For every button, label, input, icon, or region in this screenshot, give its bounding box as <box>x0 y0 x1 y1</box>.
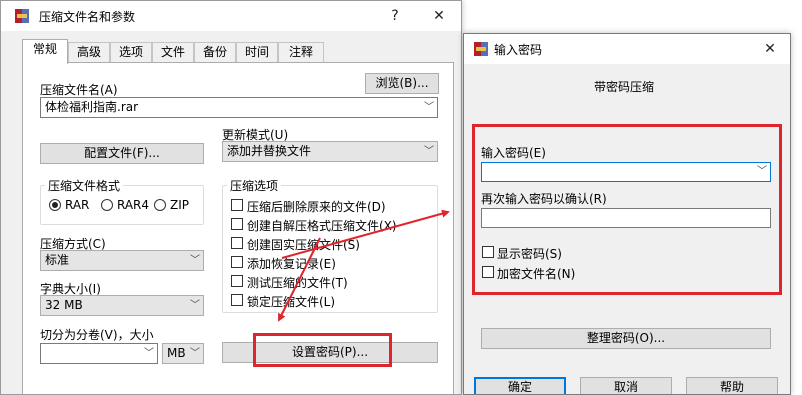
dialog-title: 输入密码 <box>494 43 543 57</box>
tab-options[interactable]: 选项 <box>110 42 152 63</box>
password-fields-highlight <box>472 124 782 295</box>
dialog-title-bar: 输入密码 ✕ <box>464 34 790 64</box>
chevron-down-icon: ﹀ <box>190 300 200 311</box>
sfx-label[interactable]: 创建自解压格式压缩文件(X) <box>247 217 397 234</box>
dictionary-value: 32 MB <box>45 298 83 312</box>
tab-time[interactable]: 时间 <box>236 42 278 63</box>
tab-general[interactable]: 常规 <box>22 39 68 64</box>
split-volumes-label: 切分为分卷(V)，大小 <box>40 328 154 342</box>
dictionary-select[interactable]: 32 MB ﹀ <box>40 295 204 316</box>
cancel-button[interactable]: 取消 <box>580 377 672 394</box>
browse-button[interactable]: 浏览(B)... <box>365 73 439 94</box>
lock-archive-label[interactable]: 锁定压缩文件(L) <box>247 293 335 310</box>
split-size-field[interactable]: ﹀ <box>40 343 158 364</box>
format-rar-label[interactable]: RAR <box>65 198 89 212</box>
lock-archive-checkbox[interactable] <box>231 294 243 306</box>
chevron-down-icon: ﹀ <box>424 146 434 157</box>
recovery-record-label[interactable]: 添加恢复记录(E) <box>247 255 336 272</box>
window-title: 压缩文件名和参数 <box>39 10 136 24</box>
archive-name-label: 压缩文件名(A) <box>40 83 118 97</box>
format-zip-radio[interactable] <box>154 199 166 211</box>
format-rar4-radio[interactable] <box>101 199 113 211</box>
split-unit-value: MB <box>167 346 186 360</box>
ok-button[interactable]: 确定 <box>474 377 566 394</box>
method-select[interactable]: 标准 ﹀ <box>40 250 204 271</box>
delete-after-label[interactable]: 压缩后删除原来的文件(D) <box>247 198 386 215</box>
winrar-books-icon <box>474 42 488 56</box>
method-value: 标准 <box>45 253 70 267</box>
tab-backup[interactable]: 备份 <box>194 42 236 63</box>
sfx-checkbox[interactable] <box>231 218 243 230</box>
update-mode-value: 添加并替换文件 <box>227 144 312 158</box>
tab-advanced[interactable]: 高级 <box>68 42 110 63</box>
solid-label[interactable]: 创建固实压缩文件(S) <box>247 236 360 253</box>
help-title-button[interactable]: ? <box>373 1 417 31</box>
test-archive-label[interactable]: 测试压缩的文件(T) <box>247 274 348 291</box>
help-button[interactable]: 帮助 <box>686 377 778 394</box>
title-bar: 压缩文件名和参数 ? ✕ <box>1 1 461 31</box>
archive-format-title: 压缩文件格式 <box>45 177 124 194</box>
organize-passwords-button[interactable]: 整理密码(O)... <box>481 328 771 349</box>
tab-files[interactable]: 文件 <box>152 42 194 63</box>
solid-checkbox[interactable] <box>231 237 243 249</box>
chevron-down-icon: ﹀ <box>190 348 200 359</box>
close-button[interactable]: ✕ <box>417 1 461 31</box>
dialog-close-button[interactable]: ✕ <box>750 34 790 64</box>
tab-comment[interactable]: 注释 <box>278 42 324 63</box>
split-unit-select[interactable]: MB ﹀ <box>162 343 204 364</box>
chevron-down-icon[interactable]: ﹀ <box>424 98 434 117</box>
compression-options-title: 压缩选项 <box>227 177 282 194</box>
format-zip-label[interactable]: ZIP <box>170 198 189 212</box>
archive-params-window: 压缩文件名和参数 ? ✕ 常规 高级 选项 文件 备份 时间 注释 压缩文件名(… <box>0 0 462 395</box>
delete-after-checkbox[interactable] <box>231 199 243 211</box>
archive-name-value: 体检福利指南.rar <box>45 100 139 114</box>
set-password-highlight <box>253 333 392 367</box>
format-rar-radio[interactable] <box>49 199 61 211</box>
chevron-down-icon[interactable]: ﹀ <box>144 344 154 363</box>
update-mode-select[interactable]: 添加并替换文件 ﹀ <box>222 141 438 162</box>
chevron-down-icon: ﹀ <box>190 255 200 266</box>
profiles-button[interactable]: 配置文件(F)... <box>40 143 204 164</box>
format-rar4-label[interactable]: RAR4 <box>117 198 149 212</box>
winrar-books-icon <box>15 9 29 23</box>
recovery-record-checkbox[interactable] <box>231 256 243 268</box>
test-archive-checkbox[interactable] <box>231 275 243 287</box>
archive-name-field[interactable]: 体检福利指南.rar ﹀ <box>40 97 438 118</box>
dialog-subtitle: 带密码压缩 <box>594 80 655 94</box>
